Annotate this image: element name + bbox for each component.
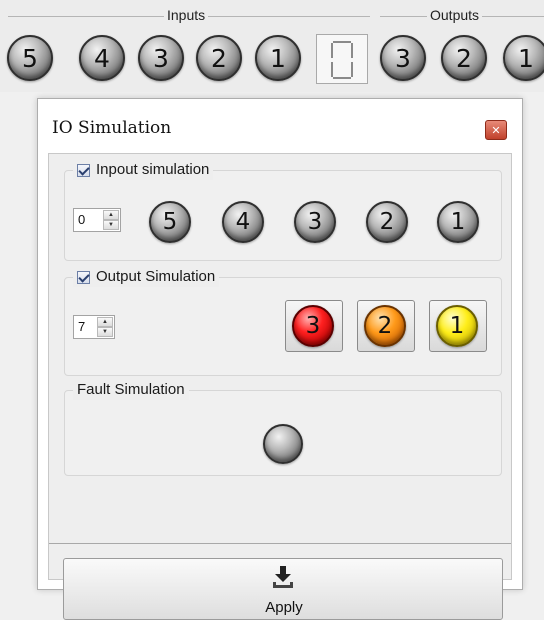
output-toggle-1[interactable]: 1	[429, 300, 487, 352]
dialog-titlebar[interactable]: IO Simulation ✕	[38, 99, 522, 153]
input-simulation-label: Inpout simulation	[96, 161, 210, 178]
seven-segment-display	[316, 34, 368, 84]
input-led-3: 3	[138, 35, 184, 81]
sim-input-led-4[interactable]: 4	[222, 201, 264, 243]
output-simulation-label: Output Simulation	[96, 268, 216, 285]
inputs-group-label: Inputs	[164, 7, 209, 23]
dialog-divider	[49, 543, 511, 544]
spinner-down-button[interactable]: ▼	[97, 327, 113, 337]
output-simulation-checkbox[interactable]	[77, 270, 90, 284]
output-value-spinner[interactable]: 7 ▲ ▼	[73, 315, 115, 339]
apply-button[interactable]: Apply	[63, 558, 503, 620]
close-button[interactable]: ✕	[485, 120, 507, 140]
fault-simulation-header: Fault Simulation	[73, 380, 189, 400]
sim-output-led-1: 1	[436, 305, 478, 347]
input-led-5: 5	[7, 35, 53, 81]
outputs-group-label: Outputs	[427, 7, 483, 23]
download-icon	[273, 566, 293, 588]
sim-input-led-1[interactable]: 1	[437, 201, 479, 243]
output-simulation-group: Output Simulation 7 ▲ ▼ 3 2 1	[64, 267, 502, 376]
output-led-1: 1	[503, 35, 544, 81]
io-status-strip: Inputs Outputs 5 4 3 2 1 3 2 1	[0, 0, 544, 92]
output-led-2: 2	[441, 35, 487, 81]
io-simulation-dialog: IO Simulation ✕ Inpout simulation 0 ▲ ▼ …	[37, 98, 523, 620]
fault-simulation-label: Fault Simulation	[77, 381, 185, 398]
dialog-title: IO Simulation	[52, 118, 172, 138]
output-led-3: 3	[380, 35, 426, 81]
sim-output-led-2: 2	[364, 305, 406, 347]
sim-input-led-3[interactable]: 3	[294, 201, 336, 243]
input-value: 0	[78, 212, 86, 227]
input-value-spinner[interactable]: 0 ▲ ▼	[73, 208, 121, 232]
input-led-1: 1	[255, 35, 301, 81]
sim-output-led-3: 3	[292, 305, 334, 347]
apply-label: Apply	[265, 599, 303, 616]
input-simulation-header[interactable]: Inpout simulation	[73, 160, 214, 180]
dialog-body: Inpout simulation 0 ▲ ▼ 5 4 3 2 1 Output…	[48, 153, 512, 620]
input-simulation-group: Inpout simulation 0 ▲ ▼ 5 4 3 2 1	[64, 160, 502, 261]
spinner-up-button[interactable]: ▲	[103, 210, 119, 220]
spinner-up-button[interactable]: ▲	[97, 317, 113, 327]
output-toggle-3[interactable]: 3	[285, 300, 343, 352]
spinner-down-button[interactable]: ▼	[103, 220, 119, 230]
output-simulation-header[interactable]: Output Simulation	[73, 267, 220, 287]
sim-input-led-2[interactable]: 2	[366, 201, 408, 243]
input-led-2: 2	[196, 35, 242, 81]
close-icon: ✕	[491, 124, 501, 137]
input-led-4: 4	[79, 35, 125, 81]
output-value: 7	[78, 319, 86, 334]
output-toggle-2[interactable]: 2	[357, 300, 415, 352]
input-simulation-checkbox[interactable]	[77, 163, 90, 177]
sim-input-led-5[interactable]: 5	[149, 201, 191, 243]
fault-led[interactable]	[263, 424, 303, 464]
fault-simulation-group: Fault Simulation	[64, 380, 502, 476]
